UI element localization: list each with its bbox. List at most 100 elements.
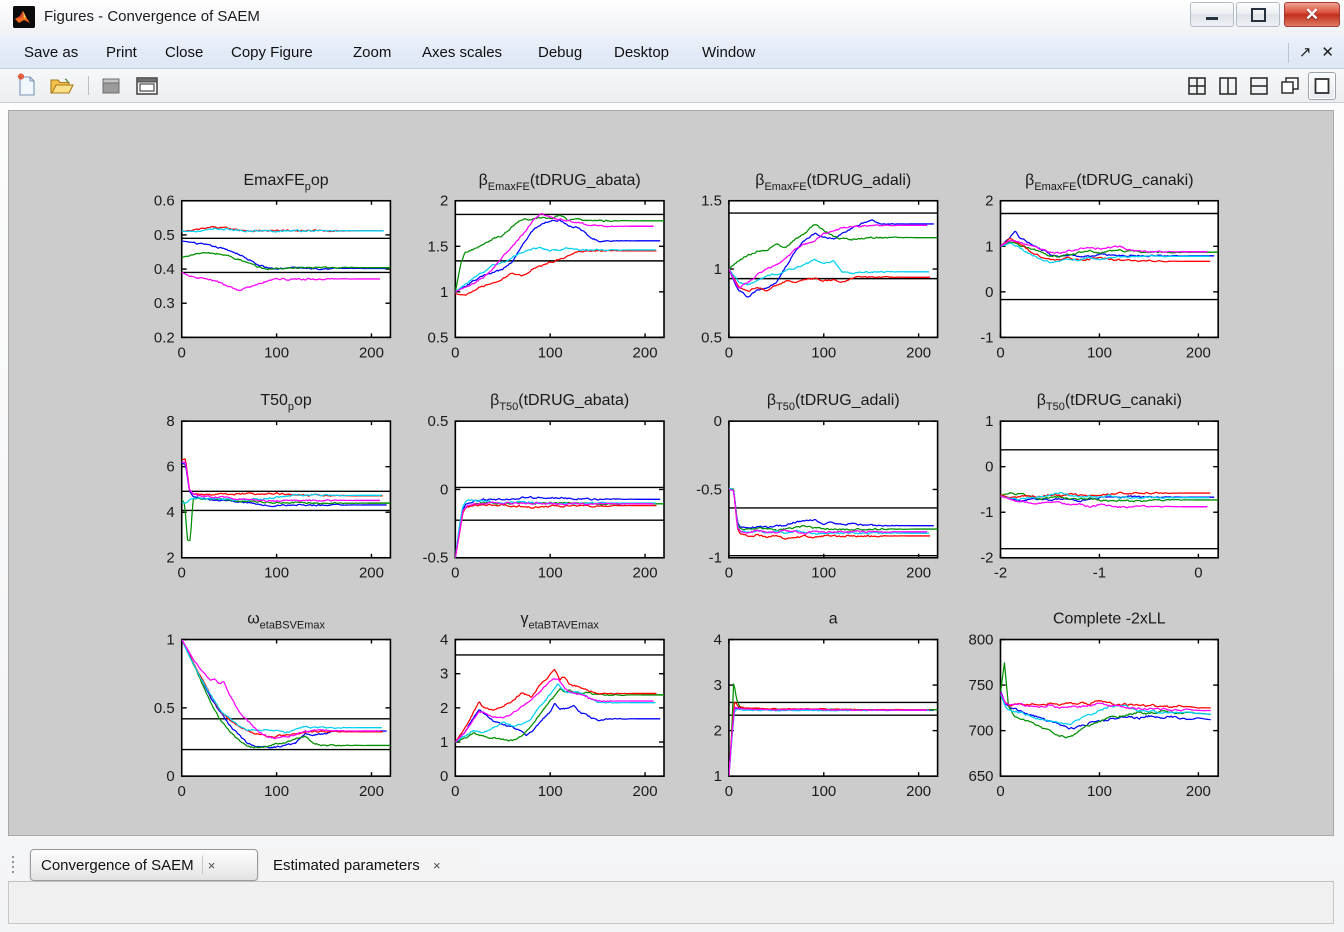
close-panel-icon[interactable]: ✕: [1321, 45, 1338, 60]
x-tick-label: 100: [538, 344, 563, 361]
figure-tab-strip: Convergence of SAEM × Estimated paramete…: [8, 845, 1334, 885]
y-tick-label: 0: [985, 284, 993, 301]
tab-label: Convergence of SAEM: [31, 857, 202, 874]
tab-close-icon[interactable]: ×: [428, 855, 446, 875]
layout-tiled-icon[interactable]: [1277, 73, 1303, 99]
x-tick-label: 200: [906, 344, 931, 361]
subplot-title: βT50(tDRUG_canaki): [1037, 392, 1182, 413]
y-tick-label: 0: [985, 459, 993, 476]
menu-item-debug[interactable]: Debug: [528, 36, 592, 69]
y-tick-label: 4: [440, 632, 448, 649]
subplot-beta-emaxfe-adali: 01002000.511.5βEmaxFE(tDRUG_adali): [701, 172, 937, 362]
status-bar: [8, 882, 1334, 924]
y-tick-label: 2: [714, 723, 722, 740]
y-tick-label: 750: [969, 677, 994, 694]
y-tick-label: 0: [440, 481, 448, 498]
layout-maximized-icon[interactable]: [1308, 72, 1336, 100]
x-tick-label: 100: [811, 344, 836, 361]
subplot-beta-emaxfe-abata: 01002000.511.52βEmaxFE(tDRUG_abata): [428, 172, 664, 362]
y-tick-label: -0.5: [696, 481, 722, 498]
menu-item-desktop[interactable]: Desktop: [604, 36, 679, 69]
x-tick-label: 200: [633, 783, 658, 800]
subplot-emaxfe-pop: 01002000.20.30.40.50.6EmaxFEpop: [154, 172, 390, 362]
menu-item-print[interactable]: Print: [96, 36, 147, 69]
tab-estimated-parameters[interactable]: Estimated parameters ×: [262, 849, 480, 881]
y-tick-label: 6: [166, 459, 174, 476]
open-file-icon[interactable]: [48, 73, 74, 99]
matlab-figures-window: Figures - Convergence of SAEM ✕ Save as …: [0, 0, 1344, 932]
menu-bar-actions: ↗ ✕: [1288, 36, 1338, 69]
layout-columns-icon[interactable]: [1215, 73, 1241, 99]
subplot-title: βEmaxFE(tDRUG_adali): [755, 172, 911, 193]
minimize-button[interactable]: [1190, 2, 1234, 27]
y-tick-label: 0: [714, 413, 722, 430]
y-tick-label: 1: [440, 734, 448, 751]
menu-bar: Save as Print Close Copy Figure Zoom Axe…: [0, 36, 1344, 69]
y-tick-label: 3: [714, 677, 722, 694]
y-tick-label: 2: [440, 700, 448, 717]
title-bar: Figures - Convergence of SAEM ✕: [0, 0, 1344, 36]
y-tick-label: 2: [166, 550, 174, 567]
x-tick-label: 200: [359, 344, 384, 361]
y-tick-label: 8: [166, 413, 174, 430]
y-tick-label: 0.3: [154, 295, 175, 312]
tab-grip-handle[interactable]: [11, 853, 17, 877]
y-tick-label: 0.5: [154, 700, 175, 717]
x-tick-label: 200: [906, 565, 931, 582]
subplot-title: βEmaxFE(tDRUG_canaki): [1025, 172, 1193, 193]
layout-single-icon[interactable]: [134, 73, 160, 99]
menu-item-copy-figure[interactable]: Copy Figure: [221, 36, 323, 69]
x-tick-label: 0: [178, 783, 186, 800]
subplot-grid: 01002000.20.30.40.50.6EmaxFEpop01002000.…: [9, 111, 1333, 835]
y-tick-label: 1: [714, 768, 722, 785]
x-tick-label: 100: [264, 344, 289, 361]
subplot-a-residual: 01002001234a: [714, 611, 938, 801]
menu-item-axes-scales[interactable]: Axes scales: [412, 36, 512, 69]
axes-frame: [455, 421, 664, 558]
y-tick-label: 0.5: [701, 329, 722, 346]
x-tick-label: 100: [1087, 783, 1112, 800]
maximize-icon: [1237, 3, 1279, 26]
subplot-beta-t50-adali: 0100200-1-0.50βT50(tDRUG_adali): [696, 392, 937, 582]
y-tick-label: 700: [969, 723, 994, 740]
menu-item-close[interactable]: Close: [155, 36, 213, 69]
subplot-title: βT50(tDRUG_abata): [490, 392, 629, 413]
subplot-omega-etabsvemax: 010020000.51ωetaBSVEmax: [154, 611, 390, 801]
subplot-title: a: [829, 611, 838, 628]
y-tick-label: 4: [714, 632, 722, 649]
subplot-title: T50pop: [260, 392, 312, 413]
tab-convergence-of-saem[interactable]: Convergence of SAEM ×: [30, 849, 258, 881]
new-figure-icon[interactable]: [14, 73, 40, 99]
x-tick-label: 200: [1186, 344, 1211, 361]
tab-close-icon[interactable]: ×: [202, 855, 221, 875]
subplot-title: Complete -2xLL: [1053, 611, 1166, 628]
y-tick-label: 0.5: [154, 227, 175, 244]
close-window-button[interactable]: ✕: [1284, 2, 1340, 27]
undock-icon[interactable]: ↗: [1299, 45, 1312, 60]
layout-rows-icon[interactable]: [1246, 73, 1272, 99]
menu-item-window[interactable]: Window: [692, 36, 765, 69]
x-tick-label: 200: [906, 783, 931, 800]
y-tick-label: 0.2: [154, 329, 175, 346]
x-tick-label: 0: [1194, 565, 1202, 582]
x-tick-label: 0: [725, 344, 733, 361]
y-tick-label: 2: [985, 193, 993, 210]
x-tick-label: 200: [359, 783, 384, 800]
subplot-complete-2xll: 0100200650700750800Complete -2xLL: [969, 611, 1219, 801]
dock-icon[interactable]: [98, 73, 124, 99]
subplot-beta-emaxfe-canaki: 0100200-1012βEmaxFE(tDRUG_canaki): [980, 172, 1218, 362]
figure-canvas: 01002000.20.30.40.50.6EmaxFEpop01002000.…: [8, 110, 1334, 836]
x-tick-label: 0: [451, 565, 459, 582]
x-tick-label: 0: [996, 783, 1004, 800]
menu-item-save-as[interactable]: Save as: [14, 36, 88, 69]
x-tick-label: -1: [1093, 565, 1106, 582]
subplot-gamma-etabtavemax: 010020001234γetaBTAVEmax: [440, 611, 664, 801]
y-tick-label: 0.6: [154, 193, 175, 210]
maximize-button[interactable]: [1236, 2, 1280, 27]
minimize-icon: [1191, 3, 1233, 26]
y-tick-label: 3: [440, 666, 448, 683]
menu-item-zoom[interactable]: Zoom: [343, 36, 401, 69]
matlab-logo-icon: [13, 6, 35, 28]
layout-grid-2x2-icon[interactable]: [1184, 73, 1210, 99]
x-tick-label: 200: [1186, 783, 1211, 800]
